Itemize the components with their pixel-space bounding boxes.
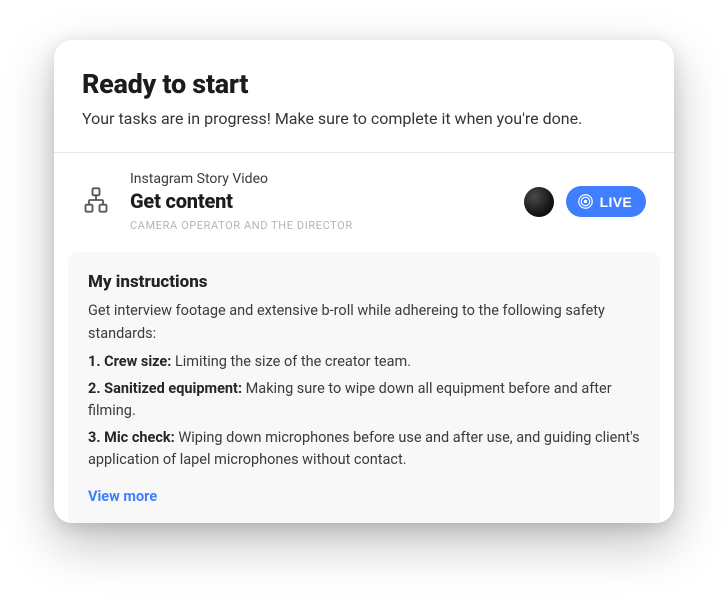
instructions-panel: My instructions Get interview footage an… <box>68 252 660 522</box>
task-type-icon <box>82 186 110 218</box>
instruction-item: 2. Sanitized equipment: Making sure to w… <box>88 378 640 423</box>
avatar[interactable] <box>524 187 554 217</box>
instructions-title: My instructions <box>88 272 640 292</box>
task-card: Ready to start Your tasks are in progres… <box>54 40 674 523</box>
task-title: Get content <box>130 189 524 213</box>
instruction-item: 1. Crew size: Limiting the size of the c… <box>88 351 640 373</box>
task-right: LIVE <box>524 186 646 217</box>
task-meta: Instagram Story Video Get content CAMERA… <box>130 171 524 232</box>
instruction-item: 3. Mic check: Wiping down microphones be… <box>88 427 640 472</box>
card-header: Ready to start Your tasks are in progres… <box>54 40 674 153</box>
broadcast-icon <box>577 193 594 210</box>
instructions-lead: Get interview footage and extensive b-ro… <box>88 300 640 345</box>
task-eyebrow: Instagram Story Video <box>130 171 524 187</box>
live-label: LIVE <box>600 194 632 210</box>
live-badge[interactable]: LIVE <box>566 186 646 217</box>
hierarchy-icon <box>82 186 110 214</box>
task-role: CAMERA OPERATOR AND THE DIRECTOR <box>130 219 524 232</box>
card-title: Ready to start <box>82 68 646 100</box>
task-row: Instagram Story Video Get content CAMERA… <box>54 153 674 252</box>
card-subtitle: Your tasks are in progress! Make sure to… <box>82 108 646 130</box>
view-more-link[interactable]: View more <box>88 488 157 505</box>
